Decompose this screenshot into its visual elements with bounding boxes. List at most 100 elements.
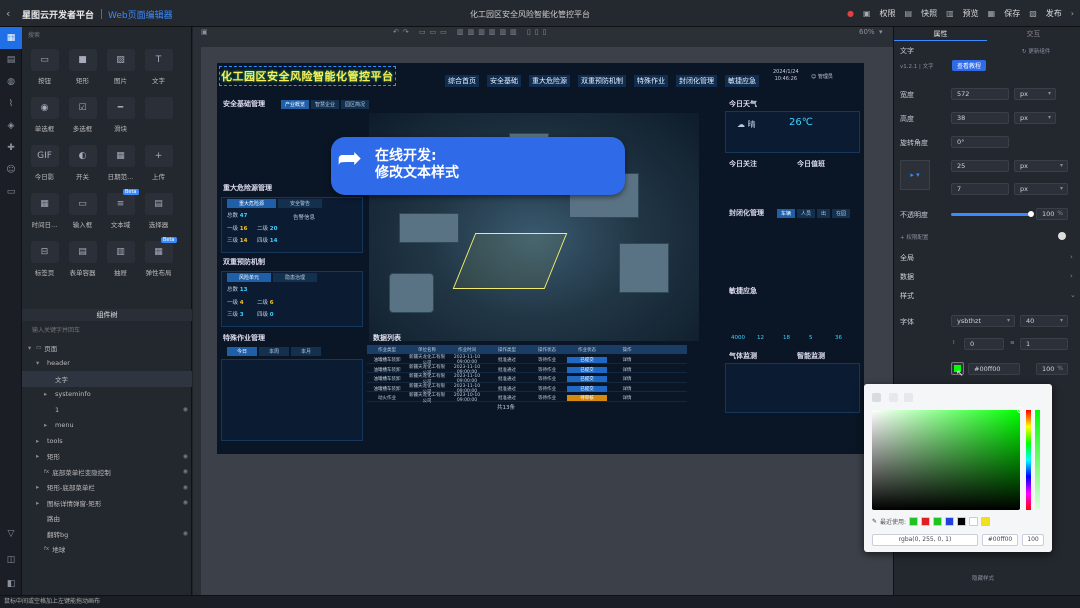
- table-cell[interactable]: 详情: [607, 367, 647, 373]
- tree-item[interactable]: ▸ 矩形-底部菜单栏 ◉: [22, 480, 192, 496]
- y-unit-select[interactable]: px ▾: [1014, 183, 1068, 195]
- component-item[interactable]: ▦ Beta 弹性布局: [140, 237, 177, 281]
- visibility-icon[interactable]: ◉: [183, 484, 188, 491]
- tree-item[interactable]: 路由: [22, 511, 192, 527]
- tree-arrow-icon[interactable]: ▸: [36, 437, 44, 445]
- x-unit-select[interactable]: px ▾: [1014, 160, 1068, 172]
- tree-arrow-icon[interactable]: ▾: [36, 359, 44, 367]
- opacity-input[interactable]: 100%: [1036, 208, 1068, 220]
- recent-color-swatch[interactable]: [957, 517, 967, 526]
- align-tools[interactable]: ↶↷ ▭▭▭ ▥▥▥▥▥▥ ▯▯▯: [393, 28, 551, 36]
- tree-item[interactable]: 翻转bg ◉: [22, 526, 192, 542]
- visibility-icon[interactable]: ◉: [183, 530, 188, 537]
- table-cell[interactable]: 详情: [607, 395, 647, 401]
- database-icon[interactable]: ◫: [0, 549, 22, 571]
- preview-button[interactable]: 预览: [963, 8, 979, 19]
- component-item[interactable]: ■ 矩形: [64, 49, 101, 89]
- tree-arrow-icon[interactable]: ▸: [36, 483, 44, 491]
- tree-item[interactable]: ▸ 矩形 ◉: [22, 449, 192, 465]
- tree-item[interactable]: fx 底部菜单栏变隐控制 ◉: [22, 464, 192, 480]
- tree-arrow-icon[interactable]: ▸: [36, 499, 44, 507]
- saturation-area[interactable]: [872, 407, 1023, 510]
- component-item[interactable]: ▦ 时间日...: [26, 193, 63, 233]
- component-item[interactable]: ◐ 开关: [64, 145, 101, 185]
- tree-item[interactable]: ▸ 图标详情弹窗-矩形 ◉: [22, 495, 192, 511]
- zoom-select[interactable]: 60%: [859, 28, 875, 36]
- component-item[interactable]: GIF 今日影: [26, 145, 63, 185]
- permission-button[interactable]: 权限: [880, 8, 896, 19]
- component-item[interactable]: ▦ 日期范...: [102, 145, 139, 185]
- publish-button[interactable]: 发布: [1046, 8, 1062, 19]
- pagination[interactable]: 共13条: [497, 403, 515, 411]
- preset-swatch[interactable]: [872, 393, 881, 402]
- tree-item[interactable]: ▸ tools: [22, 433, 192, 449]
- save-icon[interactable]: ▦: [988, 9, 996, 18]
- dashboard-nav-item[interactable]: 重大危险源: [529, 75, 570, 87]
- dashboard-board[interactable]: 化工园区安全风险智能化管控平台 综合首页 安全基础 重大危险源 双重预防机制 特殊作业封…: [217, 63, 864, 454]
- tree-item[interactable]: 1 ◉: [22, 402, 192, 418]
- table-row[interactable]: 油罐槽车装卸 新疆天龙化工有限公司 2023-11-10 09:00:00 批准通过等…: [367, 383, 687, 395]
- tree-arrow-icon[interactable]: ▾: [28, 344, 36, 352]
- component-item[interactable]: ⊟ 标签页: [26, 241, 63, 281]
- preset-swatch[interactable]: [904, 393, 913, 402]
- width-unit-select[interactable]: px ▾: [1014, 88, 1056, 100]
- save-button[interactable]: 保存: [1004, 8, 1020, 19]
- hex-input[interactable]: #00ff00: [982, 534, 1018, 546]
- dashboard-nav-item[interactable]: 敏捷应急: [725, 75, 759, 87]
- anchor-picker[interactable]: ▸ ▾: [900, 160, 930, 190]
- update-component-link[interactable]: ↻ 更新组件: [1022, 47, 1050, 55]
- font-select[interactable]: ysbthzt ▾: [951, 315, 1015, 327]
- slider-knob[interactable]: [1028, 211, 1034, 217]
- hidden-style-link[interactable]: 隐藏样式: [972, 574, 994, 582]
- rgba-input[interactable]: rgba(0, 255, 0, 1): [872, 534, 978, 546]
- visibility-icon[interactable]: ◉: [183, 453, 188, 460]
- component-item[interactable]: ▭ 输入框: [64, 193, 101, 233]
- preview-icon[interactable]: ▥: [946, 9, 954, 18]
- layers-icon[interactable]: ▤: [0, 49, 22, 71]
- hue-slider[interactable]: [1026, 410, 1031, 510]
- tab-interaction[interactable]: 交互: [987, 27, 1080, 41]
- component-item[interactable]: ◉ 单选框: [26, 97, 63, 137]
- font-size-select[interactable]: 40 ▾: [1020, 315, 1068, 327]
- tree-item[interactable]: 文字: [22, 371, 192, 387]
- tree-arrow-icon[interactable]: ▸: [44, 390, 52, 398]
- tree-item[interactable]: fx 地球: [22, 542, 192, 558]
- component-item[interactable]: ☑ 多选框: [64, 97, 101, 137]
- chevron-down-icon[interactable]: ▾: [879, 28, 883, 36]
- canvas-area[interactable]: ▣ ↶↷ ▭▭▭ ▥▥▥▥▥▥ ▯▯▯ 60% ▾ 化工园区安全风险智能化管控平…: [193, 27, 893, 595]
- component-item[interactable]: ▥ 抽屉: [102, 241, 139, 281]
- recent-color-swatch[interactable]: [921, 517, 931, 526]
- height-input[interactable]: 38: [951, 112, 1009, 124]
- permission-toggle[interactable]: [1058, 232, 1066, 240]
- component-item[interactable]: ▭ 按钮: [26, 49, 63, 89]
- table-cell[interactable]: 详情: [607, 376, 647, 382]
- component-item[interactable]: ▨ 图片: [102, 49, 139, 89]
- dashboard-title[interactable]: 化工园区安全风险智能化管控平台: [219, 66, 396, 86]
- tree-item[interactable]: ▸ systeminfo: [22, 387, 192, 403]
- table-cell[interactable]: 详情: [607, 386, 647, 392]
- alpha-input[interactable]: 100: [1022, 534, 1044, 546]
- snapshot-icon[interactable]: ▤: [905, 9, 913, 18]
- recent-color-swatch[interactable]: [969, 517, 979, 526]
- permission-config[interactable]: + 权限配置: [900, 233, 928, 241]
- sidebar-toggle-icon[interactable]: ◧: [0, 573, 22, 595]
- visibility-icon[interactable]: ◉: [183, 468, 188, 475]
- fit-screen-icon[interactable]: ▣: [201, 28, 208, 36]
- tree-item[interactable]: ▾ ▭ 页面: [22, 340, 192, 356]
- component-item[interactable]: [140, 97, 177, 137]
- dashboard-nav-item[interactable]: 封闭化管理: [676, 75, 717, 87]
- x-input[interactable]: 25: [951, 160, 1009, 172]
- dashboard-nav-item[interactable]: 双重预防机制: [578, 75, 626, 87]
- table-row[interactable]: 油罐槽车装卸 新疆天龙化工有限公司 2023-11-10 09:00:00 批准通过等…: [367, 354, 687, 366]
- puzzle-icon[interactable]: ✚: [0, 137, 22, 159]
- components-icon[interactable]: ▦: [0, 27, 22, 49]
- width-input[interactable]: 572: [951, 88, 1009, 100]
- component-item[interactable]: ━ 滑块: [102, 97, 139, 137]
- line-height-input[interactable]: 1: [1020, 338, 1068, 350]
- preset-swatch[interactable]: [889, 393, 898, 402]
- alpha-slider[interactable]: [1035, 410, 1040, 510]
- tree-arrow-icon[interactable]: ▸: [36, 452, 44, 460]
- component-tree-tab[interactable]: 组件树: [22, 309, 192, 321]
- recent-color-swatch[interactable]: [909, 517, 919, 526]
- section-global[interactable]: 全局 ›: [900, 253, 1073, 263]
